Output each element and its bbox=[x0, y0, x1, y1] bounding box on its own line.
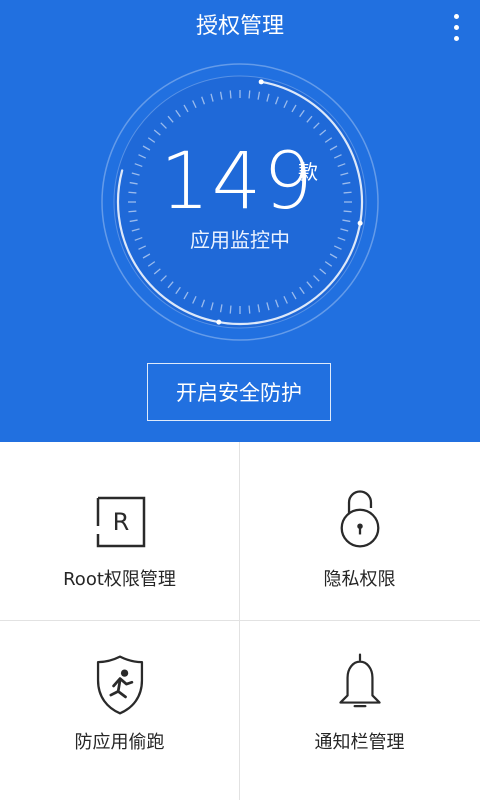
overflow-menu-button[interactable] bbox=[444, 8, 468, 46]
root-glyph: R bbox=[112, 508, 129, 536]
page-title: 授权管理 bbox=[195, 14, 284, 39]
arc-marker-dot bbox=[357, 220, 363, 226]
monitor-status: 应用监控中 bbox=[190, 228, 290, 252]
dial-tick bbox=[229, 305, 232, 314]
menu-dot-icon bbox=[453, 35, 459, 41]
grid-divider-horizontal bbox=[0, 620, 480, 621]
menu-dot-icon bbox=[453, 13, 459, 19]
anti-autostart-tile[interactable]: 防应用偷跑 bbox=[0, 621, 239, 799]
notification-manage-label: 通知栏管理 bbox=[314, 732, 405, 753]
notification-manage-tile[interactable]: 通知栏管理 bbox=[240, 621, 479, 799]
grid-divider-vertical bbox=[239, 442, 240, 800]
root-icon: R bbox=[96, 496, 145, 548]
dial-tick bbox=[229, 90, 232, 99]
anti-autostart-label: 防应用偷跑 bbox=[74, 732, 165, 753]
arc-marker-dot bbox=[258, 79, 264, 85]
dial-tick bbox=[248, 90, 251, 99]
dial-tick bbox=[343, 210, 352, 213]
dial-tick bbox=[128, 210, 137, 213]
dial-tick bbox=[248, 305, 251, 314]
enable-protection-button[interactable]: 开启安全防护 bbox=[147, 363, 331, 421]
dial-tick bbox=[128, 191, 137, 194]
count-unit: 款 bbox=[298, 160, 318, 184]
bell-icon bbox=[338, 653, 381, 708]
privacy-permission-label: 隐私权限 bbox=[323, 569, 396, 590]
privacy-permission-tile[interactable]: 隐私权限 bbox=[240, 442, 479, 620]
dial-tick bbox=[343, 191, 352, 194]
root-permission-tile[interactable]: R Root权限管理 bbox=[0, 442, 239, 620]
feature-grid: R Root权限管理 隐私权限 防应用偷跑 通知栏管理 bbox=[0, 442, 480, 800]
root-permission-label: Root权限管理 bbox=[63, 569, 176, 590]
shield-runner-icon bbox=[96, 655, 143, 715]
hero-panel: 授权管理 149 款 应用监控中 开启安全防护 bbox=[0, 0, 480, 442]
arc-marker-dot bbox=[216, 319, 222, 325]
monitored-app-count: 149 bbox=[160, 137, 315, 227]
menu-dot-icon bbox=[453, 24, 459, 30]
padlock-icon bbox=[340, 490, 379, 548]
